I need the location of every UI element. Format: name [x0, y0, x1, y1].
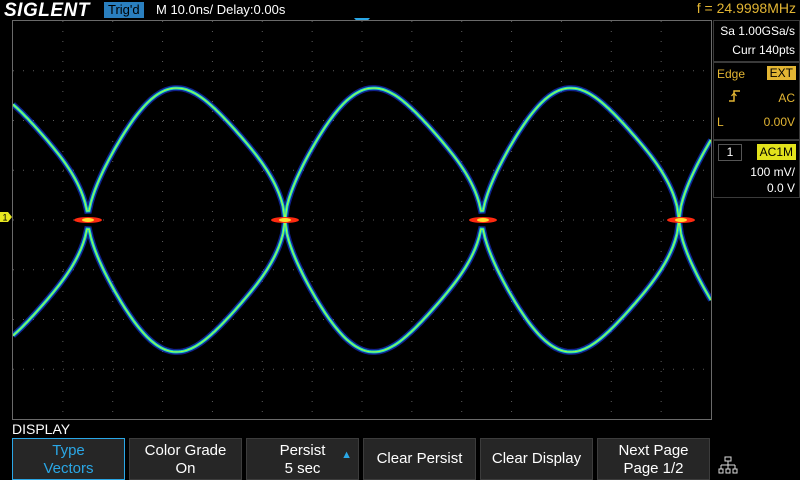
brand-logo: SIGLENT — [4, 0, 90, 21]
persist-softkey[interactable]: Persist 5 sec ▲ — [246, 438, 359, 480]
waveform-canvas — [10, 21, 714, 419]
svg-text:1: 1 — [3, 213, 8, 223]
rising-edge-icon — [729, 90, 740, 102]
softkey-value: 5 sec — [284, 460, 321, 477]
sample-rate: Sa 1.00GSa/s — [720, 24, 795, 38]
next-page-button[interactable]: Next Page Page 1/2 — [597, 438, 710, 480]
volts-per-div: 100 mV/ — [750, 165, 795, 179]
softkey-label: Next Page — [618, 442, 689, 459]
softkey-label: Type — [52, 442, 85, 459]
softkey-label: Clear Persist — [376, 450, 463, 467]
adjust-knob-icon: ▲ — [341, 449, 352, 461]
status-bar: SIGLENT Trig'd M 10.0ns/ Delay:0.00s f =… — [0, 0, 800, 21]
trigger-coupling: AC — [778, 91, 795, 105]
waveform-display[interactable] — [10, 20, 714, 420]
trigger-box[interactable]: Edge EXT AC L 0.00V — [713, 62, 800, 140]
frequency-readout: f = 24.9998MHz — [696, 0, 796, 16]
softkey-label: Color Grade — [144, 442, 227, 459]
channel1-ground-marker-icon: 1 — [0, 212, 12, 223]
crossing-hotspot-core — [675, 218, 687, 222]
trigger-type: Edge — [717, 67, 746, 81]
clear-persist-button[interactable]: Clear Persist — [363, 438, 476, 480]
softkey-value: Vectors — [43, 460, 94, 477]
crossing-hotspot-core — [279, 218, 291, 222]
clear-display-button[interactable]: Clear Display — [480, 438, 593, 480]
timebase-readout[interactable]: M 10.0ns/ Delay:0.00s — [156, 2, 285, 17]
info-side-panel: Sa 1.00GSa/s Curr 140pts Edge EXT AC L 0… — [713, 20, 800, 420]
menu-title: DISPLAY — [12, 421, 71, 437]
trigger-level: 0.00V — [763, 115, 795, 129]
channel-offset: 0.0 V — [766, 181, 795, 195]
channel-number: 1 — [718, 144, 742, 161]
waveform-trace — [11, 219, 713, 354]
softkey-value: Page 1/2 — [623, 460, 684, 477]
memory-depth: Curr 140pts — [732, 43, 795, 57]
crossing-hotspot-core — [82, 218, 94, 222]
trigger-source: EXT — [766, 66, 796, 80]
network-icon — [718, 456, 738, 474]
channel1-box[interactable]: 1 AC1M 100 mV/ 0.0 V — [713, 140, 800, 198]
level-label: L — [717, 115, 724, 129]
waveform-trace — [11, 86, 713, 221]
trigger-status-badge: Trig'd — [104, 2, 144, 18]
color-grade-softkey[interactable]: Color Grade On — [129, 438, 242, 480]
channel-coupling: AC1M — [756, 144, 796, 160]
softkey-label: Clear Display — [491, 450, 582, 467]
type-softkey[interactable]: Type Vectors — [12, 438, 125, 480]
softkey-value: On — [175, 460, 196, 477]
acquisition-box: Sa 1.00GSa/s Curr 140pts — [713, 20, 800, 62]
crossing-hotspot-core — [477, 218, 489, 222]
